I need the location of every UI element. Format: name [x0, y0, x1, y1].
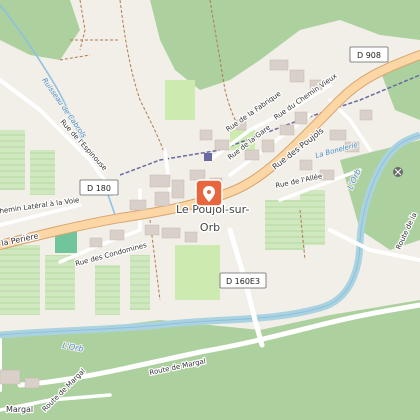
railway-station-icon [204, 153, 212, 161]
label-rue-des-poujols: Rue des Poujols [271, 126, 326, 172]
map-view[interactable]: Rue des Poujols Rue du Chemin Vieux Rue … [0, 0, 420, 420]
location-pin-icon[interactable] [195, 179, 223, 207]
town-label: Le Poujol-sur- Orb [175, 202, 251, 236]
label-chemin-lateral: Chemin Latéral à la Voie [0, 196, 80, 216]
svg-text:D 180: D 180 [87, 184, 111, 193]
map-canvas: Rue des Poujols Rue du Chemin Vieux Rue … [0, 0, 420, 420]
shield-d160e3: D 160E3 [219, 272, 267, 289]
mine-icon [393, 167, 403, 177]
shield-d180: D 180 [79, 179, 119, 196]
town-label-line2: Orb [200, 221, 220, 234]
shield-d908: D 908 [349, 46, 389, 63]
svg-text:D 908: D 908 [357, 51, 381, 60]
label-rue-de-l-espinouse: Rue de l'Espinouse [59, 118, 109, 172]
label-margal: Margal [6, 405, 33, 414]
label-ruisseau-cabrols: Ruisseau de Cabrols [40, 77, 88, 140]
svg-text:D 160E3: D 160E3 [226, 277, 260, 286]
